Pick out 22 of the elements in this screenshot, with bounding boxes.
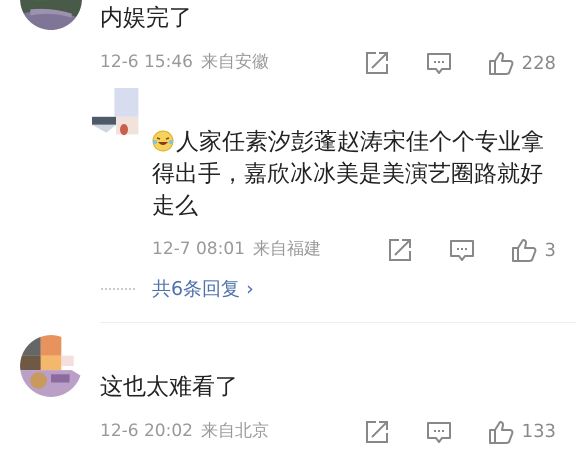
- share-icon[interactable]: [364, 418, 390, 444]
- comment-location: 来自北京: [200, 420, 269, 443]
- comment-text: 这也太难看了: [100, 372, 239, 402]
- comment-time: 12-6 20:02: [100, 420, 193, 443]
- comment-location: 来自福建: [252, 238, 321, 262]
- comment-location: 来自安徽: [200, 51, 269, 74]
- comment-time: 12-7 08:01: [152, 238, 245, 262]
- more-replies-link[interactable]: 共6条回复 ›: [152, 275, 254, 304]
- comment-time: 12-6 15:46: [100, 51, 193, 74]
- thumbs-up-icon[interactable]: [510, 237, 537, 263]
- comment-icon[interactable]: [448, 237, 475, 263]
- like-count: 133: [522, 420, 556, 444]
- like-count: 3: [544, 238, 556, 262]
- share-icon[interactable]: [364, 50, 390, 76]
- comment-text: 人家任素汐彭蓬赵涛宋佳个个专业拿得出手，嘉欣冰冰美是美演艺圈路就好走么: [152, 128, 544, 221]
- thumbs-up-icon[interactable]: [488, 50, 514, 76]
- like-count: 228: [522, 52, 556, 76]
- comment-icon[interactable]: [426, 50, 452, 76]
- laughing-face-icon: [152, 130, 174, 152]
- thumbs-up-icon[interactable]: [488, 418, 514, 444]
- comment-text: 内娱完了: [100, 4, 193, 33]
- share-icon[interactable]: [386, 237, 413, 263]
